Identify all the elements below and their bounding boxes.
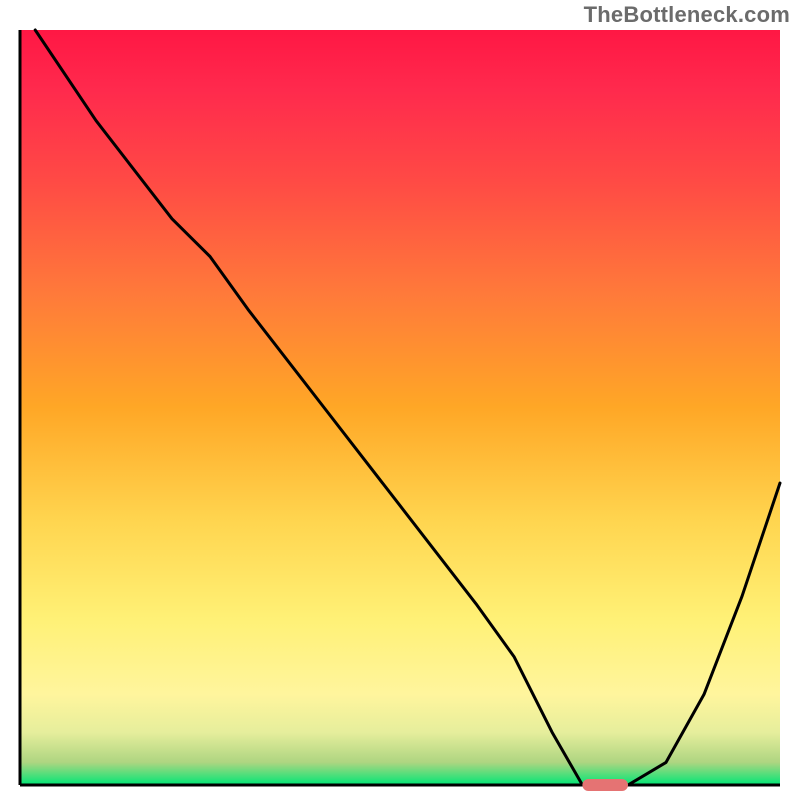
- chart-stage: TheBottleneck.com: [0, 0, 800, 800]
- bottleneck-chart: [0, 0, 800, 800]
- plot-background: [20, 30, 780, 785]
- highlight-segment: [582, 779, 628, 791]
- watermark-text: TheBottleneck.com: [584, 2, 790, 28]
